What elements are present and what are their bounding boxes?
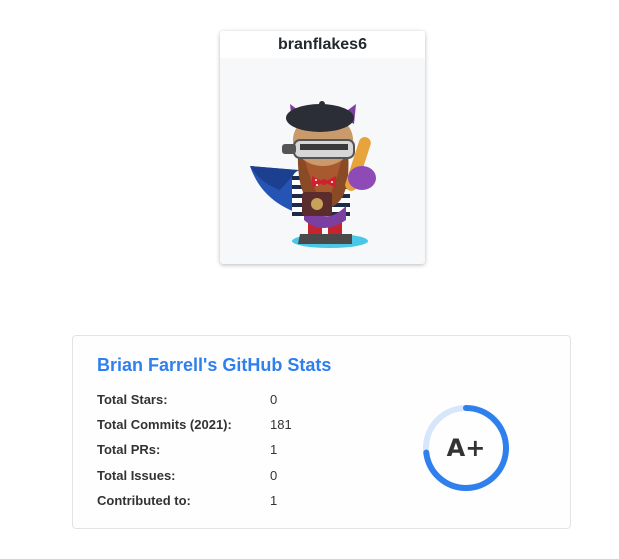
profile-username: branflakes6 [220, 31, 425, 58]
stats-title: Brian Farrell's GitHub Stats [97, 355, 332, 375]
stat-value: 181 [270, 417, 292, 432]
stat-label: Total Issues: [97, 468, 176, 483]
rank-grade: A+ [446, 434, 486, 462]
stat-value: 0 [270, 392, 278, 407]
octocat-avatar-icon [250, 101, 376, 248]
stat-value: 1 [270, 493, 278, 508]
stat-label: Total Stars: [97, 392, 168, 407]
stat-label: Contributed to: [97, 493, 191, 508]
rank-circle: A+ [421, 403, 511, 493]
github-stats-card: Brian Farrell's GitHub Stats Total Stars… [72, 335, 571, 529]
stat-label: Total Commits (2021): [97, 417, 232, 432]
profile-card[interactable]: branflakes6 [220, 31, 425, 264]
stat-label: Total PRs: [97, 442, 161, 457]
stat-value: 0 [270, 468, 278, 483]
stat-value: 1 [270, 442, 278, 457]
